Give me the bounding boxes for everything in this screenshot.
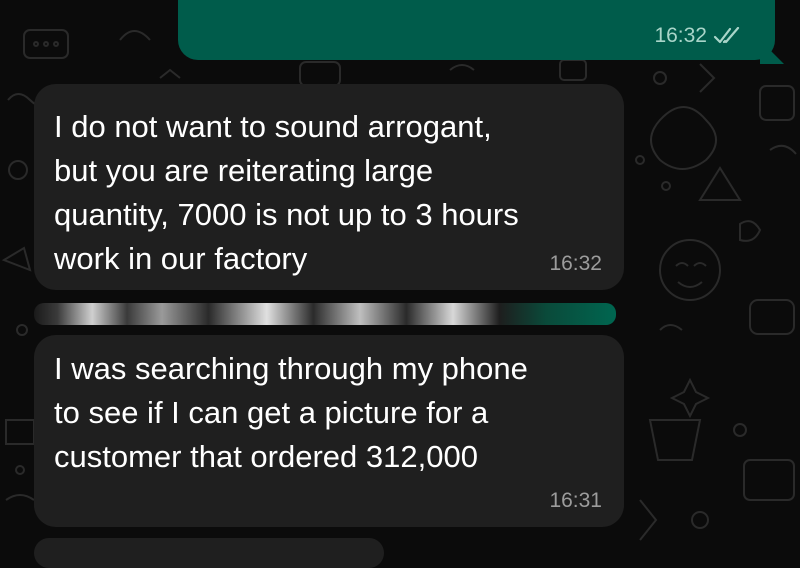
- outgoing-message-meta: 16:32: [654, 24, 741, 48]
- incoming-message-bubble-partial[interactable]: [34, 538, 384, 568]
- message-text: I do not want to sound arrogant, but you…: [54, 109, 519, 276]
- message-timestamp: 16:32: [654, 24, 707, 47]
- incoming-message-bubble[interactable]: I was searching through my phone to see …: [34, 335, 624, 527]
- message-timestamp: 16:32: [549, 252, 602, 275]
- blurred-media-strip: [34, 303, 616, 325]
- outgoing-message-bubble[interactable]: 16:32: [178, 0, 775, 60]
- message-text: I was searching through my phone to see …: [54, 351, 528, 474]
- incoming-message-bubble[interactable]: I do not want to sound arrogant, but you…: [34, 84, 624, 290]
- double-check-icon: [713, 27, 740, 44]
- message-timestamp: 16:31: [549, 489, 602, 512]
